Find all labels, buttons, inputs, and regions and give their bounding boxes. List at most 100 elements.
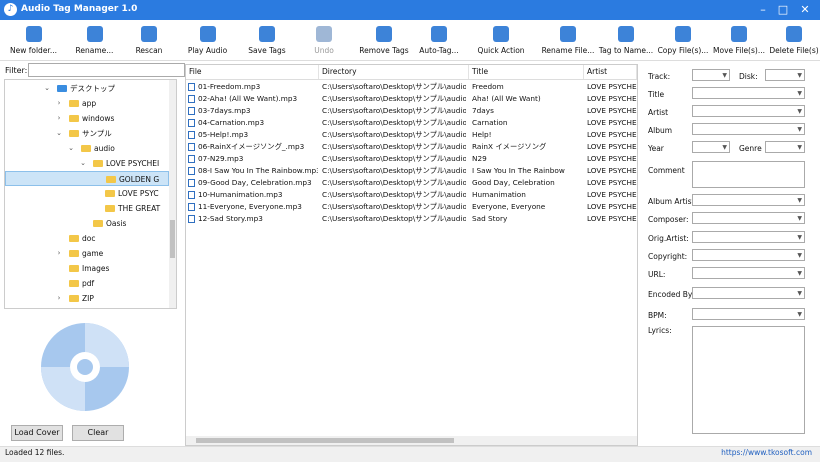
- title-field[interactable]: ▼: [692, 87, 805, 99]
- tree-item-label: pdf: [82, 279, 95, 288]
- disk-field[interactable]: ▼: [765, 69, 805, 81]
- chevron-right-icon[interactable]: ›: [55, 246, 63, 261]
- maximize-button[interactable]: □: [774, 2, 792, 18]
- tree-item[interactable]: pdf: [5, 276, 169, 291]
- tree-scrollbar[interactable]: [169, 80, 176, 308]
- column-header-file[interactable]: File: [186, 65, 319, 79]
- chevron-down-icon[interactable]: ⌄: [43, 81, 51, 96]
- toolbar-button-5[interactable]: Undo: [303, 20, 345, 60]
- file-row[interactable]: 06-RainXイメージソング_.mp3 C:\Users\softaro\Des…: [186, 141, 637, 153]
- website-link[interactable]: https://www.tkosoft.com: [721, 448, 812, 457]
- album-field[interactable]: ▼: [692, 123, 805, 135]
- toolbar-button-13[interactable]: Delete File(s): [768, 20, 820, 60]
- bpm-field[interactable]: ▼: [692, 308, 805, 320]
- tree-item[interactable]: Images: [5, 261, 169, 276]
- artist-label: Artist: [648, 108, 669, 117]
- column-header-directory[interactable]: Directory: [319, 65, 469, 79]
- close-button[interactable]: ✕: [796, 2, 814, 18]
- tree-item[interactable]: Oasis: [5, 216, 169, 231]
- folder-tree[interactable]: › ZIP pdf Images › game doc Oasis THE GREAT LOVE …: [4, 79, 177, 309]
- file-list-scrollbar-thumb[interactable]: [196, 438, 454, 443]
- chevron-right-icon[interactable]: ›: [55, 96, 63, 111]
- file-row[interactable]: 02-Aha! (All We Want).mp3 C:\Users\softar…: [186, 93, 637, 105]
- folder-icon: [69, 250, 79, 257]
- tree-scrollbar-thumb[interactable]: [170, 220, 175, 258]
- column-header-artist[interactable]: Artist: [584, 65, 637, 79]
- toolbar-button-12[interactable]: Move File(s)...: [712, 20, 766, 60]
- chevron-right-icon[interactable]: ›: [55, 291, 63, 306]
- chevron-down-icon[interactable]: ⌄: [79, 156, 87, 171]
- toolbar-button-0[interactable]: New folder...: [4, 20, 63, 60]
- tree-item[interactable]: doc: [5, 231, 169, 246]
- url-field[interactable]: ▼: [692, 267, 805, 279]
- file-row[interactable]: 04-Carnation.mp3 C:\Users\softaro\Desktop…: [186, 117, 637, 129]
- chevron-right-icon[interactable]: ›: [55, 111, 63, 126]
- toolbar-button-10[interactable]: Tag to Name...: [598, 20, 654, 60]
- tree-item[interactable]: ⌄ LOVE PSYCHEI: [5, 156, 169, 171]
- load-cover-button[interactable]: Load Cover: [11, 425, 63, 441]
- file-list[interactable]: File Directory Title Artist 01-Freedom.m…: [185, 64, 638, 446]
- save-icon: [259, 26, 275, 42]
- audio-file-icon: [188, 167, 195, 175]
- tree-item[interactable]: LOVE PSYC: [5, 186, 169, 201]
- folder-icon: [69, 280, 79, 287]
- toolbar-button-1[interactable]: Rename...: [67, 20, 122, 60]
- url-label: URL:: [648, 270, 666, 279]
- toolbar-button-2[interactable]: Rescan: [126, 20, 172, 60]
- toolbar-button-4[interactable]: Save Tags: [243, 20, 291, 60]
- chevron-down-icon[interactable]: ⌄: [67, 141, 75, 156]
- encoded-by-field[interactable]: ▼: [692, 287, 805, 299]
- file-row[interactable]: 10-Humanimation.mp3 C:\Users\softaro\Desk…: [186, 189, 637, 201]
- copy-files-icon: [675, 26, 691, 42]
- toolbar-button-3[interactable]: Play Audio: [180, 20, 235, 60]
- audio-file-icon: [188, 131, 195, 139]
- clear-cover-button[interactable]: Clear: [72, 425, 124, 441]
- file-cell-directory: C:\Users\softaro\Desktop\サンプル\audio\...: [322, 214, 466, 223]
- album-artist-field[interactable]: ▼: [692, 194, 805, 206]
- toolbar-button-8[interactable]: Quick Action: [466, 20, 536, 60]
- tree-item[interactable]: › ZIP: [5, 291, 169, 306]
- comment-field[interactable]: [692, 161, 805, 188]
- genre-field[interactable]: ▼: [765, 141, 805, 153]
- filter-input[interactable]: [28, 63, 185, 77]
- tree-item[interactable]: THE GREAT: [5, 201, 169, 216]
- file-row[interactable]: 12-Sad Story.mp3 C:\Users\softaro\Desktop…: [186, 213, 637, 225]
- tree-item[interactable]: ⌄ サンプル: [5, 126, 169, 141]
- tree-item[interactable]: ⌄ デスクトップ: [5, 81, 169, 96]
- toolbar-button-9[interactable]: Rename File...: [540, 20, 596, 60]
- folder-icon: [106, 176, 116, 183]
- audio-file-icon: [188, 191, 195, 199]
- minimize-button[interactable]: –: [754, 2, 772, 18]
- toolbar-button-11[interactable]: Copy File(s)...: [656, 20, 710, 60]
- audio-file-icon: [188, 83, 195, 91]
- year-field[interactable]: ▼: [692, 141, 730, 153]
- tree-item[interactable]: › game: [5, 246, 169, 261]
- file-row[interactable]: 08-I Saw You In The Rainbow.mp3 C:\Users\…: [186, 165, 637, 177]
- file-row[interactable]: 03-7days.mp3 C:\Users\softaro\Desktop\サンプ…: [186, 105, 637, 117]
- copyright-field[interactable]: ▼: [692, 249, 805, 261]
- toolbar-button-6[interactable]: Remove Tags: [354, 20, 414, 60]
- folder-icon: [81, 145, 91, 152]
- file-list-scrollbar[interactable]: [186, 436, 637, 445]
- window-title: Audio Tag Manager 1.0: [21, 4, 138, 14]
- tree-item[interactable]: › windows: [5, 111, 169, 126]
- artist-field[interactable]: ▼: [692, 105, 805, 117]
- chevron-down-icon[interactable]: ⌄: [55, 126, 63, 141]
- orig-artist-field[interactable]: ▼: [692, 231, 805, 243]
- column-header-title[interactable]: Title: [469, 65, 584, 79]
- file-row[interactable]: 01-Freedom.mp3 C:\Users\softaro\Desktop\サ…: [186, 81, 637, 93]
- tree-item[interactable]: GOLDEN G: [5, 171, 169, 186]
- composer-field[interactable]: ▼: [692, 212, 805, 224]
- toolbar-button-7[interactable]: Auto-Tag...: [414, 20, 464, 60]
- tree-item[interactable]: › app: [5, 96, 169, 111]
- file-row[interactable]: 09-Good Day, Celebration.mp3 C:\Users\sof…: [186, 177, 637, 189]
- file-row[interactable]: 07-N29.mp3 C:\Users\softaro\Desktop\サンプル\…: [186, 153, 637, 165]
- lyrics-field[interactable]: [692, 326, 805, 434]
- tree-item[interactable]: ⌄ audio: [5, 141, 169, 156]
- file-cell-directory: C:\Users\softaro\Desktop\サンプル\audio\...: [322, 106, 466, 115]
- file-row[interactable]: 05-Help!.mp3 C:\Users\softaro\Desktop\サンプ…: [186, 129, 637, 141]
- folder-icon: [93, 220, 103, 227]
- file-row[interactable]: 11-Everyone, Everyone.mp3 C:\Users\softar…: [186, 201, 637, 213]
- toolbar-button-label: Remove Tags: [359, 46, 409, 55]
- track-field[interactable]: ▼: [692, 69, 730, 81]
